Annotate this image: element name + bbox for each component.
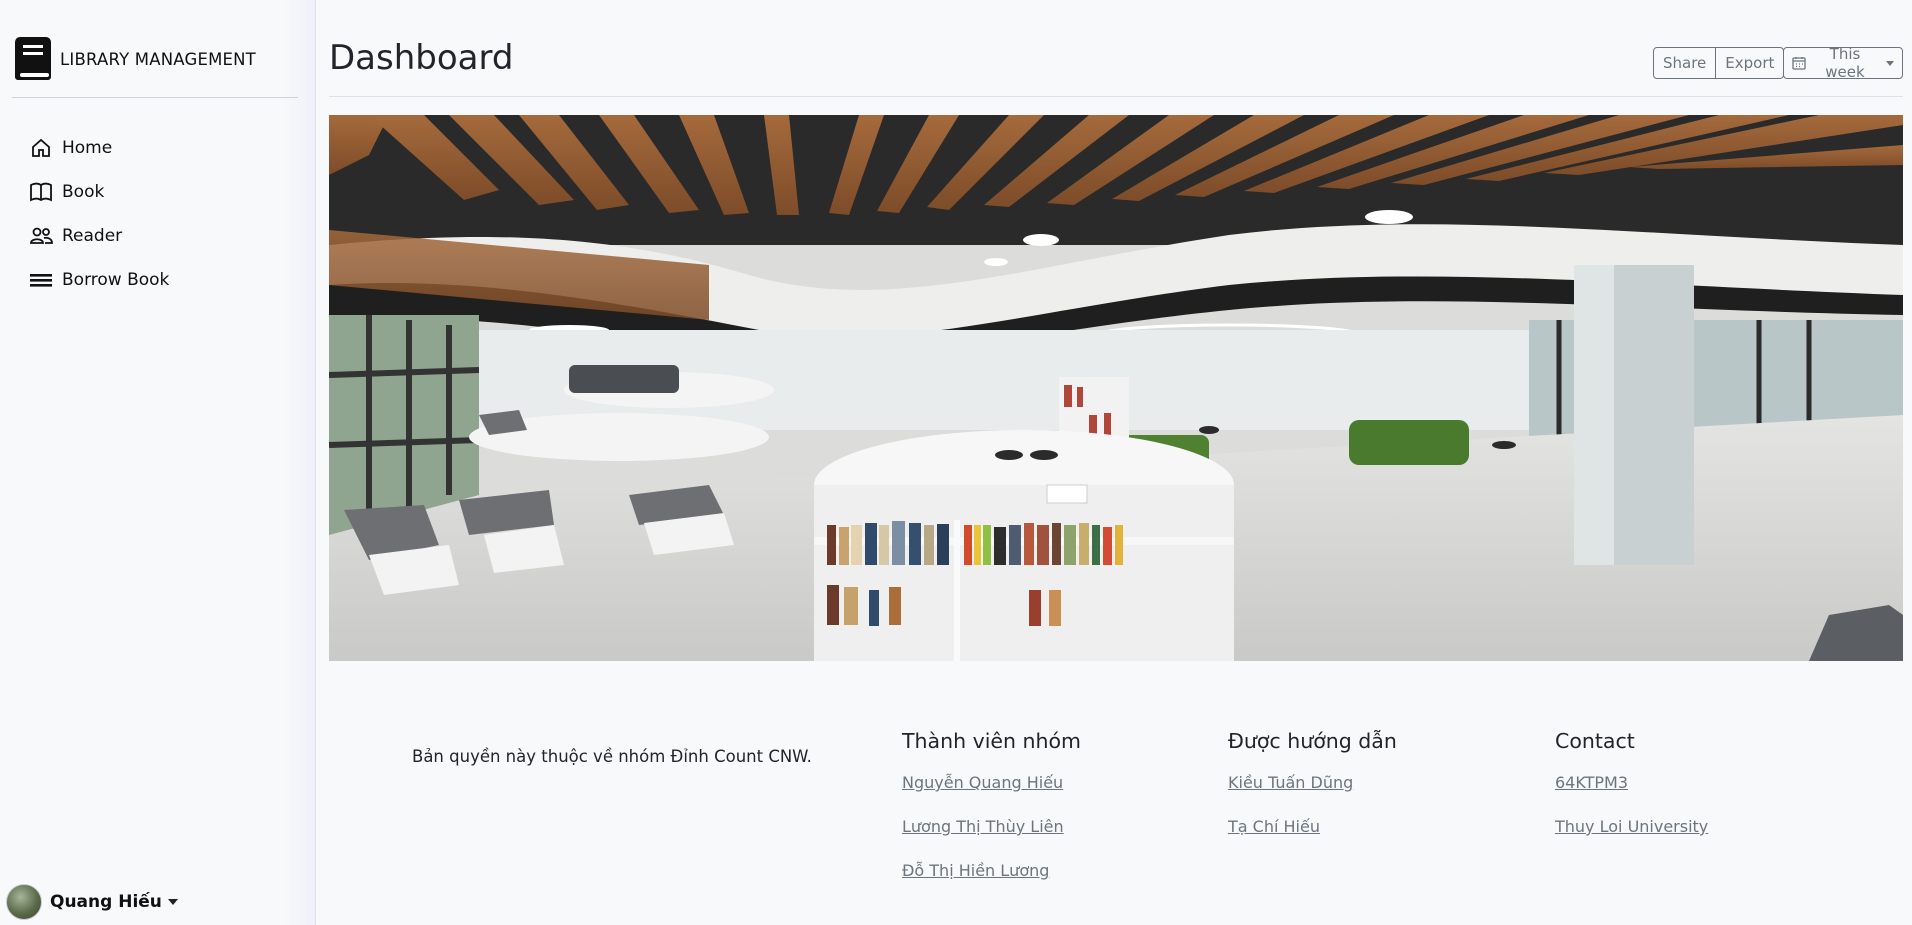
export-button[interactable]: Export — [1716, 47, 1785, 79]
sidebar-nav: Home Book Reader Borrow Book — [28, 126, 169, 302]
sidebar-item-book[interactable]: Book — [28, 170, 169, 214]
footer-link[interactable]: Đỗ Thị Hiền Lương — [902, 859, 1081, 883]
avatar — [6, 884, 42, 920]
footer-link[interactable]: Tạ Chí Hiếu — [1228, 815, 1397, 839]
footer-column-title: Được hướng dẫn — [1228, 729, 1397, 753]
brand[interactable]: LIBRARY MANAGEMENT — [12, 36, 298, 98]
sidebar-item-reader[interactable]: Reader — [28, 214, 169, 258]
footer-link[interactable]: Thuy Loi University — [1555, 815, 1708, 839]
footer: Bản quyền này thuộc về nhóm Đỉnh Count C… — [329, 661, 1903, 925]
footer-column-advisors: Được hướng dẫn Kiều Tuấn Dũng Tạ Chí Hiế… — [1228, 729, 1397, 859]
footer-column-contact: Contact 64KTPM3 Thuy Loi University — [1555, 729, 1708, 859]
library-banner-image — [329, 115, 1903, 661]
house-icon — [28, 135, 54, 161]
footer-link[interactable]: Nguyễn Quang Hiếu — [902, 771, 1081, 795]
book-icon — [12, 36, 54, 82]
open-book-icon — [28, 179, 54, 205]
page-header: Dashboard Share Export This week — [329, 30, 1903, 97]
footer-column-title: Thành viên nhóm — [902, 729, 1082, 753]
sidebar-item-label: Reader — [62, 226, 123, 246]
user-menu[interactable]: Quang Hiếu — [6, 884, 178, 920]
footer-link[interactable]: 64KTPM3 — [1555, 771, 1708, 795]
user-name: Quang Hiếu — [50, 892, 162, 912]
main-content: Dashboard Share Export This week Bản quy… — [329, 0, 1903, 925]
brand-title: LIBRARY MANAGEMENT — [60, 50, 256, 69]
action-button-group: Share Export — [1653, 47, 1785, 79]
list-icon — [28, 267, 54, 293]
sidebar-item-home[interactable]: Home — [28, 126, 169, 170]
copyright-text: Bản quyền này thuộc về nhóm Đỉnh Count C… — [412, 747, 812, 766]
sidebar-item-label: Book — [62, 182, 105, 202]
page-title: Dashboard — [329, 38, 514, 78]
footer-link[interactable]: Lương Thị Thùy Liên — [902, 815, 1081, 839]
period-dropdown[interactable]: This week — [1783, 45, 1903, 81]
sidebar-item-label: Home — [62, 138, 113, 158]
calendar-icon — [1792, 56, 1806, 70]
share-button[interactable]: Share — [1653, 47, 1717, 79]
sidebar-item-label: Borrow Book — [62, 270, 170, 290]
footer-column-members: Thành viên nhóm Nguyễn Quang Hiếu Lương … — [902, 729, 1081, 903]
period-label: This week — [1825, 45, 1865, 81]
chevron-down-icon — [1886, 60, 1894, 66]
chevron-down-icon — [167, 899, 178, 905]
sidebar-item-borrow-book[interactable]: Borrow Book — [28, 258, 169, 302]
sidebar: LIBRARY MANAGEMENT Home Book Reader Borr… — [0, 0, 316, 925]
people-icon — [28, 223, 54, 249]
footer-link[interactable]: Kiều Tuấn Dũng — [1228, 771, 1397, 795]
footer-column-title: Contact — [1555, 729, 1635, 753]
